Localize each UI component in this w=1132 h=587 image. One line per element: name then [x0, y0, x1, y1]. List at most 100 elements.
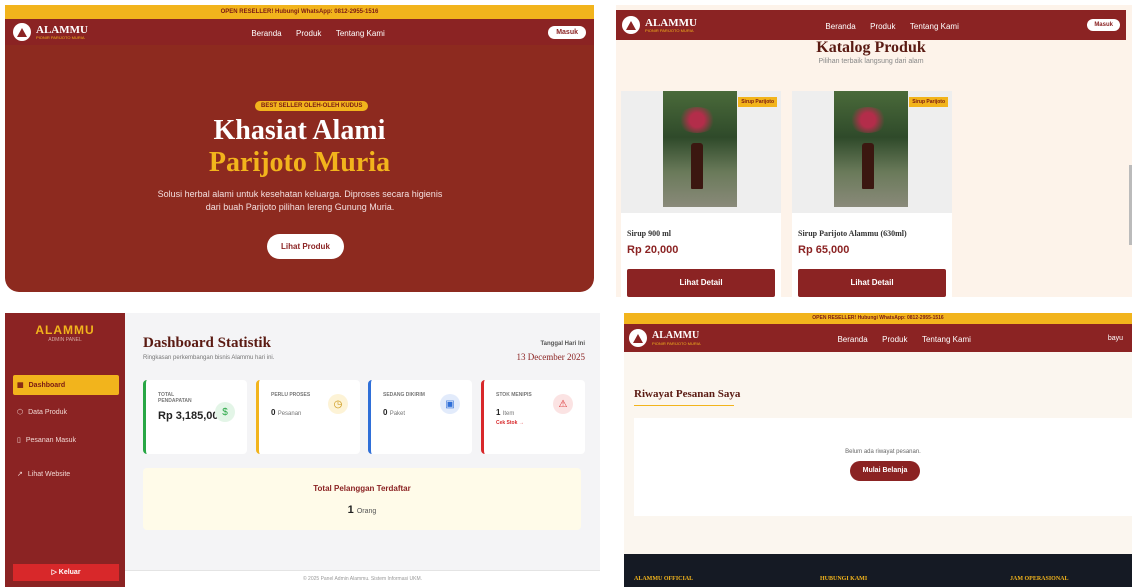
total-customers-value: 1 Orang	[347, 504, 377, 516]
best-seller-badge: BEST SELLER OLEH-OLEH KUDUS	[255, 101, 369, 111]
view-detail-button[interactable]: Lihat Detail	[627, 269, 775, 297]
stat-label: TOTAL PENDAPATAN	[158, 392, 192, 404]
nav-tentang-kami[interactable]: Tentang Kami	[336, 29, 385, 38]
sidebar-item-label: Lihat Website	[27, 470, 71, 478]
page-subtitle: Ringkasan perkembangan bisnis Alammu har…	[143, 355, 275, 361]
sidebar-item-lihat-website[interactable]: ↗ Lihat Website	[13, 464, 119, 484]
order-history-panel: OPEN RESELLER! Hubungi WhatsApp: 0812-29…	[624, 313, 1132, 587]
brand-logo[interactable]: ALAMMU PIONIR PARIJOTO MURIA	[629, 329, 701, 347]
product-card[interactable]: Sirup Parijoto Sirup 900 ml Rp 20,000 Li…	[621, 91, 781, 297]
brand-name: ALAMMU	[652, 329, 700, 341]
hero-headline: Khasiat Alami	[213, 115, 386, 146]
product-name: Sirup 900 ml	[627, 229, 672, 238]
date-label: Tanggal Hari Ini	[540, 341, 585, 347]
start-shopping-button[interactable]: Mulai Belanja	[850, 461, 920, 481]
reseller-banner: OPEN RESELLER! Hubungi WhatsApp: 0812-29…	[5, 5, 594, 19]
nav-tentang-kami[interactable]: Tentang Kami	[910, 22, 959, 31]
footer-heading: ALAMMU OFFICIAL	[634, 576, 694, 582]
hero-panel: OPEN RESELLER! Hubungi WhatsApp: 0812-29…	[5, 5, 594, 292]
site-header: ALAMMU PIONIR PARIJOTO MURIA Beranda Pro…	[624, 324, 1132, 352]
stat-card-perlu-proses: PERLU PROSES 0 Pesanan ◷	[256, 380, 360, 454]
footer-heading: HUBUNGI KAMI	[820, 576, 868, 582]
sidebar-item-data-produk[interactable]: ⬡ Data Produk	[13, 402, 119, 422]
footer-heading: JAM OPERASIONAL	[1010, 576, 1069, 582]
nav-beranda[interactable]: Beranda	[837, 335, 867, 344]
stat-card-sedang-dikirim: SEDANG DIKIRIM 0 Paket ▣	[368, 380, 472, 454]
stat-value-row: 0 Pesanan	[271, 408, 302, 417]
stat-label: STOK MENIPIS	[496, 392, 532, 398]
logout-icon: ▷	[51, 569, 59, 576]
empty-state-text: Belum ada riwayat pesanan.	[845, 449, 921, 455]
main-nav: Beranda Produk Tentang Kami	[701, 329, 1108, 347]
product-image	[792, 91, 952, 213]
stat-value-row: 1 Item	[496, 408, 515, 417]
sidebar-brand: ALAMMU	[35, 323, 95, 337]
page-title: Riwayat Pesanan Saya	[634, 388, 741, 400]
admin-footer: © 2025 Panel Admin Alammu. Sistem Inform…	[125, 570, 600, 587]
brand-subtitle: PIONIR PARIJOTO MURIA	[645, 27, 694, 33]
grid-icon: ▦	[17, 382, 24, 389]
site-header: ALAMMU PIONIR PARIJOTO MURIA Beranda Pro…	[616, 10, 1126, 40]
logo-icon	[629, 329, 647, 347]
login-button[interactable]: Masuk	[548, 25, 586, 39]
title-underline	[634, 405, 734, 406]
logo-icon	[622, 16, 640, 34]
user-menu[interactable]: bayu	[1108, 335, 1123, 342]
total-customers-card: Total Pelanggan Terdaftar 1 Orang	[143, 468, 581, 530]
main-nav: Beranda Produk Tentang Kami	[88, 23, 548, 41]
hero-description: Solusi herbal alami untuk kesehatan kelu…	[157, 189, 443, 212]
category-tag: Sirup Parijoto	[909, 97, 948, 107]
logout-button[interactable]: ▷ Keluar	[13, 564, 119, 581]
nav-beranda[interactable]: Beranda	[825, 22, 855, 31]
order-history-box: Belum ada riwayat pesanan. Mulai Belanja	[634, 418, 1132, 516]
stat-label: PERLU PROSES	[271, 392, 311, 398]
view-products-button[interactable]: Lihat Produk	[267, 234, 344, 259]
stat-value-row: 0 Paket	[383, 408, 406, 417]
brand-name: ALAMMU	[36, 23, 88, 36]
stat-card-stok-menipis: STOK MENIPIS 1 Item Cek Stok → ⚠	[481, 380, 585, 454]
check-stock-link[interactable]: Cek Stok →	[496, 420, 524, 426]
date-value: 13 December 2025	[516, 352, 585, 362]
site-header: ALAMMU PIONIR PARIJOTO MURIA Beranda Pro…	[5, 19, 594, 45]
main-nav: Beranda Produk Tentang Kami	[697, 16, 1087, 34]
external-link-icon: ↗	[17, 471, 23, 478]
nav-produk[interactable]: Produk	[296, 29, 321, 38]
login-button[interactable]: Masuk	[1087, 19, 1120, 31]
sidebar-item-dashboard[interactable]: ▦ Dashboard	[13, 375, 119, 395]
box-icon: ▣	[440, 394, 460, 414]
nav-produk[interactable]: Produk	[882, 335, 907, 344]
box-icon: ⬡	[17, 409, 24, 416]
site-footer: ALAMMU OFFICIAL HUBUNGI KAMI JAM OPERASI…	[624, 554, 1132, 587]
nav-tentang-kami[interactable]: Tentang Kami	[922, 335, 971, 344]
total-customers-label: Total Pelanggan Terdaftar	[313, 484, 411, 493]
category-tag: Sirup Parijoto	[738, 97, 777, 107]
brand-logo[interactable]: ALAMMU PIONIR PARIJOTO MURIA	[622, 16, 697, 34]
sidebar-brand-subtitle: ADMIN PANEL	[48, 337, 82, 343]
dashboard-panel: ALAMMU ADMIN PANEL ▦ Dashboard ⬡ Data Pr…	[5, 313, 600, 587]
catalog-subtitle: Pilihan terbaik langsung dari alam	[818, 58, 924, 65]
product-name: Sirup Parijoto Alammu (630ml)	[798, 229, 907, 238]
brand-subtitle: PIONIR PARIJOTO MURIA	[36, 34, 85, 40]
product-price: Rp 20,000	[627, 244, 679, 256]
admin-sidebar: ALAMMU ADMIN PANEL ▦ Dashboard ⬡ Data Pr…	[5, 313, 125, 587]
page-title: Dashboard Statistik	[143, 335, 271, 351]
sidebar-item-label: Dashboard	[28, 381, 66, 389]
catalog-title: Katalog Produk	[816, 39, 926, 56]
logo-icon	[13, 23, 31, 41]
stat-card-pendapatan: TOTAL PENDAPATAN Rp 3,185,000 $	[143, 380, 247, 454]
clock-icon: ◷	[328, 394, 348, 414]
product-card[interactable]: Sirup Parijoto Sirup Parijoto Alammu (63…	[792, 91, 952, 297]
product-image	[621, 91, 781, 213]
warning-icon: ⚠	[553, 394, 573, 414]
sidebar-item-pesanan-masuk[interactable]: ▯ Pesanan Masuk	[13, 430, 119, 450]
brand-logo[interactable]: ALAMMU PIONIR PARIJOTO MURIA	[13, 23, 88, 41]
nav-produk[interactable]: Produk	[870, 22, 895, 31]
nav-beranda[interactable]: Beranda	[251, 29, 281, 38]
stat-label: SEDANG DIKIRIM	[383, 392, 425, 398]
brand-subtitle: PIONIR PARIJOTO MURIA	[652, 340, 701, 346]
catalog-panel: Katalog Produk Pilihan terbaik langsung …	[616, 5, 1132, 297]
sidebar-item-label: Data Produk	[28, 408, 68, 416]
view-detail-button[interactable]: Lihat Detail	[798, 269, 946, 297]
product-price: Rp 65,000	[798, 244, 850, 256]
sidebar-item-label: Pesanan Masuk	[25, 436, 77, 444]
